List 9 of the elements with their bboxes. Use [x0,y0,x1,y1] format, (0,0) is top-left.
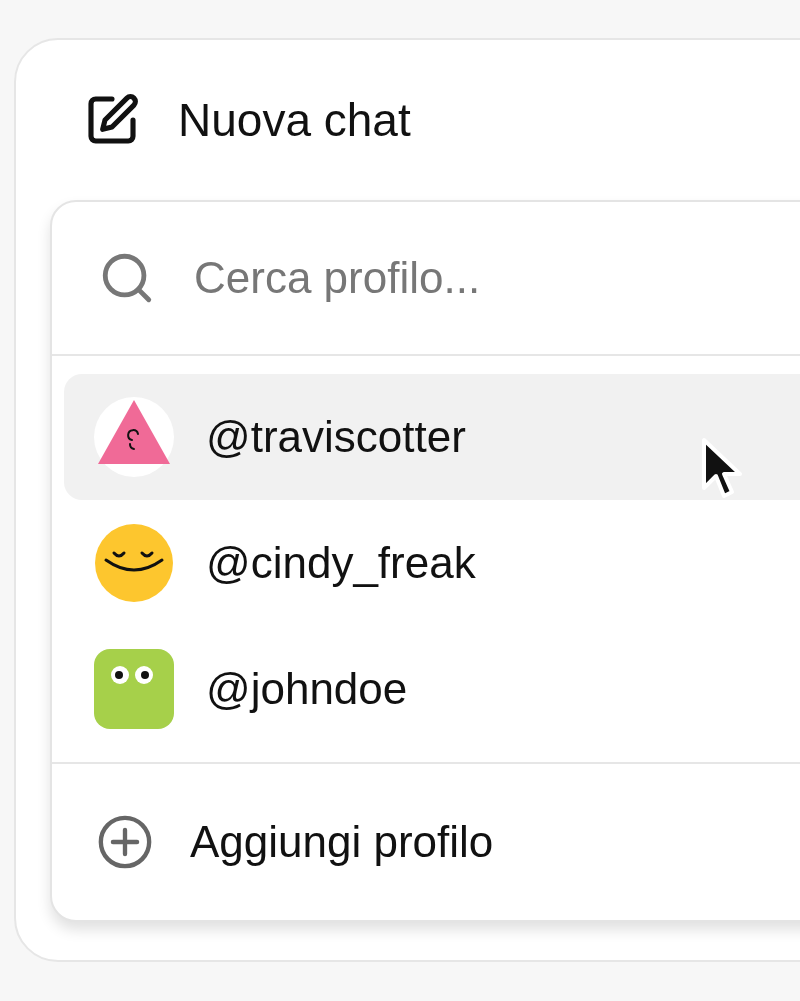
profile-item[interactable]: @traviscotter [64,374,800,500]
profile-handle: @cindy_freak [206,538,476,588]
search-field[interactable]: Cerca profilo... [192,252,796,304]
add-profile-label: Aggiungi profilo [190,817,494,867]
plus-circle-icon [96,813,154,871]
panel-title: Nuova chat [178,93,411,147]
add-profile-item[interactable]: Aggiungi profilo [52,764,800,920]
profile-handle: @johndoe [206,664,408,714]
profile-handle: @traviscotter [206,412,466,462]
